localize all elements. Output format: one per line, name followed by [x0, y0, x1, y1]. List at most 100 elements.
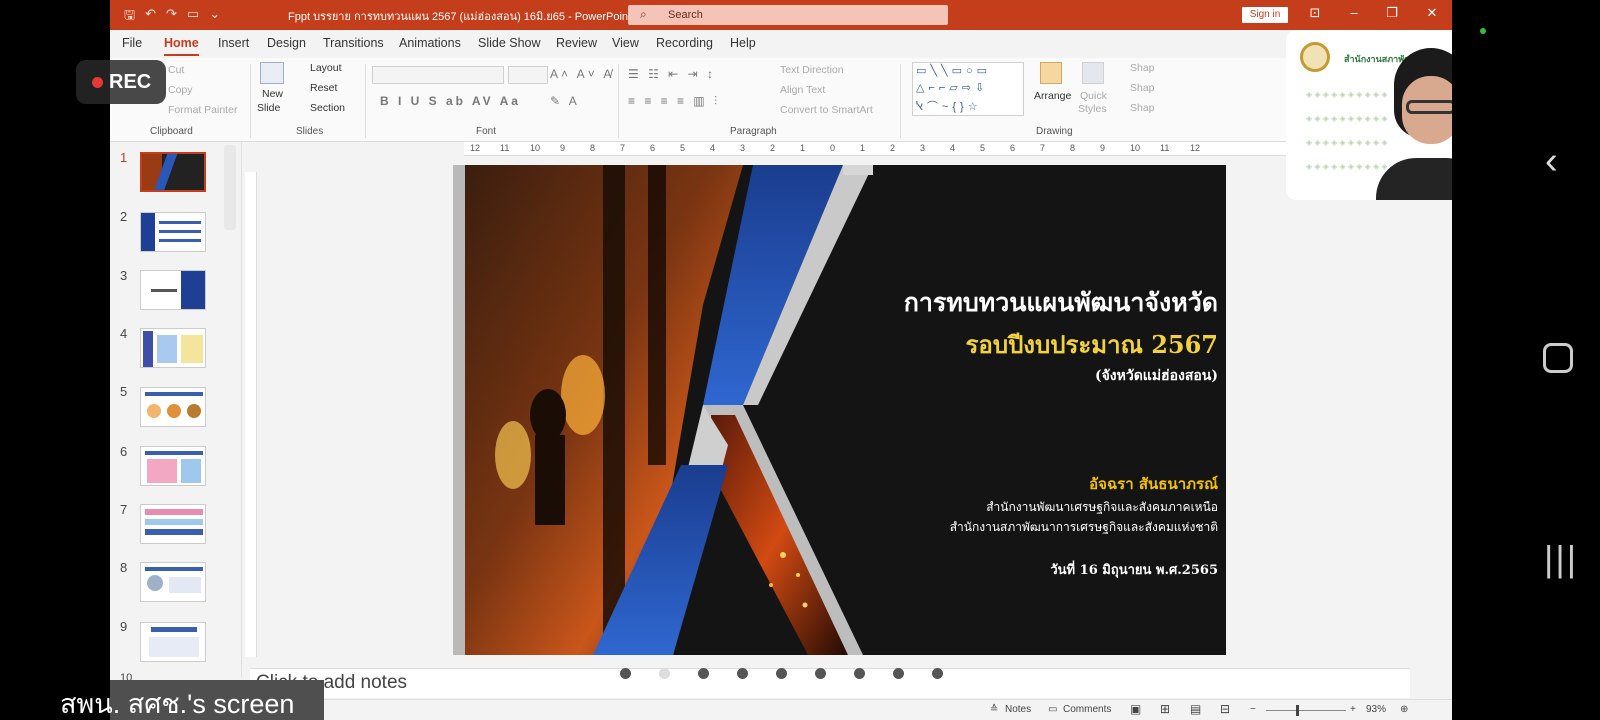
slide-thumbnail-3[interactable] — [140, 270, 206, 310]
thumbnails-scrollbar[interactable] — [224, 145, 236, 230]
pager-dot[interactable] — [854, 668, 865, 679]
section-button[interactable]: Section — [310, 102, 345, 114]
ruler-tick-label: 5 — [680, 143, 686, 153]
align-text-button[interactable]: Align Text — [780, 84, 825, 96]
title-bar: 🖫 ↶ ↷ ▭ ⌄ Fppt บรรยาย การทบทวนแผน 2567 (… — [110, 0, 1452, 30]
convert-smartart-button[interactable]: Convert to SmartArt — [780, 104, 873, 116]
tab-recording[interactable]: Recording — [656, 36, 713, 50]
slide-thumbnail-4[interactable] — [140, 328, 206, 368]
arrange-button[interactable]: Arrange — [1034, 90, 1071, 102]
recent-apps-icon[interactable]: ||| — [1544, 538, 1578, 580]
comments-icon[interactable]: ▭ — [1048, 704, 1057, 715]
tab-help[interactable]: Help — [730, 36, 756, 50]
sign-in-button[interactable]: Sign in — [1242, 7, 1288, 23]
reading-view-icon[interactable]: ▤ — [1190, 702, 1201, 716]
font-color-icons[interactable]: ✎ A — [550, 94, 580, 108]
restore-icon[interactable]: ❐ — [1382, 5, 1402, 21]
arrange-icon[interactable] — [1040, 62, 1062, 84]
customize-qat-icon[interactable]: ⌄ — [209, 6, 220, 28]
home-icon[interactable] — [1543, 343, 1573, 373]
slide-canvas[interactable]: การทบทวนแผนพัฒนาจังหวัด รอบปีงบประมาณ 25… — [453, 165, 1226, 655]
ruler-tick-label: 10 — [1130, 143, 1141, 153]
zoom-level[interactable]: 93% — [1366, 704, 1386, 715]
notes-icon[interactable]: ≙ — [990, 704, 998, 715]
shape-outline-button[interactable]: Shap — [1130, 82, 1155, 94]
pager-dot[interactable] — [698, 668, 709, 679]
zoom-slider[interactable] — [1266, 710, 1346, 711]
new-slide-button[interactable]: New — [262, 88, 283, 100]
normal-view-icon[interactable]: ▣ — [1130, 702, 1141, 716]
font-format-icons[interactable]: B I U S ab AV Aa — [380, 94, 521, 108]
tab-transitions[interactable]: Transitions — [323, 36, 384, 50]
slide-thumbnail-7[interactable] — [140, 504, 206, 544]
align-icons[interactable]: ≡ ≡ ≡ ≡ ▥ ⫶ — [628, 94, 720, 109]
minimize-icon[interactable]: – — [1344, 5, 1364, 20]
pager-dot[interactable] — [932, 668, 943, 679]
slide-subtitle: รอบปีงบประมาณ 2567 — [965, 330, 1218, 359]
format-painter-button[interactable]: Format Painter — [168, 104, 237, 116]
zoom-in-icon[interactable]: + — [1350, 704, 1356, 715]
camera-indicator-icon — [1480, 28, 1486, 34]
tab-review[interactable]: Review — [556, 36, 597, 50]
presenter-video — [1376, 48, 1452, 200]
redo-icon[interactable]: ↷ — [166, 6, 177, 28]
tab-home[interactable]: Home — [164, 36, 199, 56]
ruler-tick-label: 6 — [1010, 143, 1016, 153]
cut-button[interactable]: Cut — [168, 64, 184, 76]
pager-dot[interactable] — [893, 668, 904, 679]
shape-fill-button[interactable]: Shap — [1130, 62, 1155, 74]
present-icon[interactable]: ▭ — [187, 6, 199, 28]
slide-thumbnail-9[interactable] — [140, 622, 206, 662]
slide-thumbnail-8[interactable] — [140, 562, 206, 602]
fit-slide-icon[interactable]: ⊕ — [1400, 704, 1408, 715]
comments-button[interactable]: Comments — [1063, 704, 1111, 715]
tab-animations[interactable]: Animations — [399, 36, 461, 50]
slide-thumbnail-6[interactable] — [140, 446, 206, 486]
pager-dot[interactable] — [620, 668, 631, 679]
slide-artwork — [453, 165, 1226, 655]
text-direction-button[interactable]: Text Direction — [780, 64, 844, 76]
tab-design[interactable]: Design — [267, 36, 306, 50]
slideshow-icon[interactable]: ⊟ — [1220, 702, 1230, 716]
close-icon[interactable]: ✕ — [1422, 5, 1442, 21]
zoom-slider-thumb[interactable] — [1296, 705, 1299, 716]
slide-thumbnail-2[interactable] — [140, 212, 206, 252]
layout-button[interactable]: Layout — [310, 62, 342, 74]
font-grow-shrink-icon[interactable]: A˄ A˅ A̸ — [550, 67, 614, 81]
zoom-out-icon[interactable]: − — [1250, 704, 1256, 715]
ribbon-tabs: File Home Insert Design Transitions Anim… — [110, 30, 1452, 58]
notes-button[interactable]: Notes — [1005, 704, 1031, 715]
tab-view[interactable]: View — [612, 36, 639, 50]
copy-button[interactable]: Copy — [168, 84, 193, 96]
screen-share-label: สพน. สศช.'s screen — [60, 689, 295, 719]
slide-thumbnail-5[interactable] — [140, 387, 206, 427]
new-slide-button-label[interactable]: Slide — [257, 102, 280, 114]
undo-icon[interactable]: ↶ — [145, 6, 156, 28]
slide-thumbnail-1[interactable] — [140, 152, 206, 192]
font-name-select[interactable] — [372, 66, 504, 84]
search-box[interactable]: ⌕ Search — [628, 5, 948, 25]
pager-dot[interactable] — [776, 668, 787, 679]
quick-styles-icon[interactable] — [1082, 62, 1104, 84]
reset-button[interactable]: Reset — [310, 82, 337, 94]
list-icons[interactable]: ☰ ☷ ⇤ ⇥ ↕ — [628, 67, 716, 81]
slide-sorter-icon[interactable]: ⊞ — [1160, 702, 1170, 716]
save-icon[interactable]: 🖫 — [124, 6, 135, 28]
new-slide-icon[interactable] — [260, 62, 284, 84]
quick-styles-button-label[interactable]: Styles — [1078, 103, 1107, 115]
pager-dot-active[interactable] — [659, 668, 670, 679]
tab-insert[interactable]: Insert — [218, 36, 249, 50]
pager-dot[interactable] — [737, 668, 748, 679]
ruler-tick-label: 6 — [650, 143, 656, 153]
tab-slide-show[interactable]: Slide Show — [478, 36, 541, 50]
horizontal-ruler: 12 11 10 9 8 7 6 5 4 3 2 1 0 1 2 3 4 5 6 7 8 9 10 11 12 — [464, 142, 1310, 156]
shapes-icons-3: ﭏ⌒~{}☆ — [916, 101, 982, 113]
back-icon[interactable]: ‹ — [1545, 140, 1558, 183]
quick-styles-button[interactable]: Quick — [1080, 90, 1107, 102]
ruler-tick-label: 1 — [860, 143, 866, 153]
pager-dot[interactable] — [815, 668, 826, 679]
tab-file[interactable]: File — [122, 36, 142, 50]
ribbon-display-icon[interactable]: ⊡ — [1305, 5, 1325, 21]
shape-effects-button[interactable]: Shap — [1130, 102, 1155, 114]
font-size-select[interactable] — [508, 66, 548, 84]
